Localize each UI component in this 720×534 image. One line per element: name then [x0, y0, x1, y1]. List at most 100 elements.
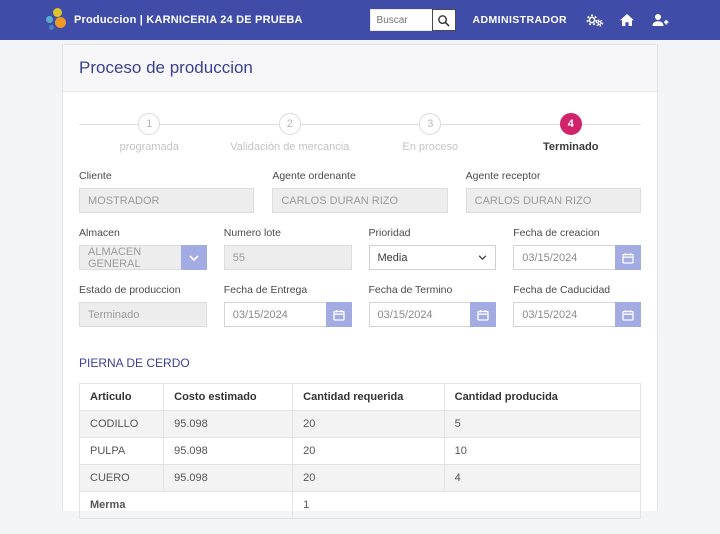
cell-articulo: CUERO [80, 465, 164, 492]
col-cantidad-requerida: Cantidad requerida [293, 384, 444, 411]
cell-costo: 95.098 [164, 411, 293, 438]
step-en-proceso: 3 En proceso [360, 113, 501, 153]
user-plus-icon[interactable] [650, 11, 670, 29]
logo-dot [49, 25, 54, 30]
navbar-right: ADMINISTRADOR [370, 9, 670, 31]
field-agente-receptor: Agente receptor [466, 170, 641, 213]
step-circle: 1 [138, 113, 160, 135]
user-menu[interactable]: ADMINISTRADOR [473, 14, 567, 26]
field-label: Estado de produccion [79, 284, 207, 296]
agente-ordenante-input [272, 188, 447, 213]
estado-produccion-input [79, 302, 207, 327]
fecha-caducidad-calendar-button[interactable] [615, 302, 641, 327]
items-table: Articulo Costo estimado Cantidad requeri… [79, 383, 641, 519]
production-process-card: Proceso de produccion 1 programada 2 Val… [62, 44, 658, 511]
fecha-termino-group [369, 302, 497, 327]
field-label: Cliente [79, 170, 254, 182]
card-body: 1 programada 2 Validación de mercancia 3… [63, 92, 657, 534]
brand-title: Produccion | KARNICERIA 24 DE PRUEBA [74, 14, 303, 26]
merma-value: 1 [293, 492, 641, 519]
app-logo-icon [44, 7, 68, 33]
select-caret-icon [478, 255, 487, 260]
field-fecha-caducidad: Fecha de Caducidad [513, 284, 641, 327]
cell-requerida: 20 [293, 438, 444, 465]
field-label: Agente ordenante [272, 170, 447, 182]
table-row: CUERO 95.098 20 4 [80, 465, 641, 492]
cell-articulo: CODILLO [80, 411, 164, 438]
fecha-termino-calendar-button[interactable] [470, 302, 496, 327]
chevron-down-icon [189, 255, 199, 261]
page-title: Proceso de produccion [79, 58, 253, 77]
form-row-1: Cliente Agente ordenante Agente receptor [79, 170, 641, 213]
step-programada: 1 programada [79, 113, 220, 153]
step-label: Terminado [543, 141, 598, 153]
home-icon[interactable] [617, 11, 637, 29]
step-terminado: 4 Terminado [501, 113, 642, 153]
field-almacen: Almacen ALMACEN GENERAL [79, 227, 207, 270]
logo-dot [53, 8, 62, 17]
search-icon [437, 14, 450, 27]
fecha-creacion-group [513, 245, 641, 270]
field-fecha-entrega: Fecha de Entrega [224, 284, 352, 327]
field-label: Agente receptor [466, 170, 641, 182]
logo-dot [55, 17, 66, 28]
calendar-icon [622, 252, 634, 264]
field-prioridad: Prioridad Media [369, 227, 497, 270]
fecha-caducidad-input[interactable] [513, 302, 615, 327]
almacen-dropdown-button[interactable] [181, 245, 207, 270]
agente-receptor-input [466, 188, 641, 213]
top-navbar: Produccion | KARNICERIA 24 DE PRUEBA ADM… [0, 0, 720, 40]
step-validacion: 2 Validación de mercancia [220, 113, 361, 153]
process-stepper: 1 programada 2 Validación de mercancia 3… [79, 113, 641, 153]
prioridad-value: Media [378, 252, 408, 264]
card-header: Proceso de produccion [63, 45, 657, 92]
field-label: Fecha de creacion [513, 227, 641, 239]
logo-dot [46, 16, 53, 23]
step-circle-active: 4 [560, 113, 582, 135]
field-label: Prioridad [369, 227, 497, 239]
fecha-creacion-calendar-button[interactable] [615, 245, 641, 270]
form-row-2: Almacen ALMACEN GENERAL Numero lote Prio… [79, 227, 641, 270]
fecha-termino-input[interactable] [369, 302, 471, 327]
almacen-value: ALMACEN GENERAL [79, 245, 181, 270]
cogs-icon[interactable] [584, 11, 604, 29]
col-costo-estimado: Costo estimado [164, 384, 293, 411]
table-row: CODILLO 95.098 20 5 [80, 411, 641, 438]
fecha-caducidad-group [513, 302, 641, 327]
step-label: En proceso [402, 141, 458, 153]
field-label: Fecha de Entrega [224, 284, 352, 296]
step-label: programada [120, 141, 179, 153]
field-label: Numero lote [224, 227, 352, 239]
calendar-icon [622, 309, 634, 321]
fecha-entrega-group [224, 302, 352, 327]
calendar-icon [477, 309, 489, 321]
merma-label: Merma [80, 492, 293, 519]
cell-producida: 4 [444, 465, 640, 492]
search-button[interactable] [432, 9, 456, 31]
field-label: Fecha de Termino [369, 284, 497, 296]
fecha-entrega-calendar-button[interactable] [326, 302, 352, 327]
calendar-icon [333, 309, 345, 321]
cell-requerida: 20 [293, 465, 444, 492]
merma-row: Merma 1 [80, 492, 641, 519]
numero-lote-input [224, 245, 352, 270]
field-fecha-termino: Fecha de Termino [369, 284, 497, 327]
cell-costo: 95.098 [164, 438, 293, 465]
cell-producida: 5 [444, 411, 640, 438]
product-name: PIERNA DE CERDO [79, 356, 641, 370]
col-cantidad-producida: Cantidad producida [444, 384, 640, 411]
field-label: Fecha de Caducidad [513, 284, 641, 296]
almacen-select[interactable]: ALMACEN GENERAL [79, 245, 207, 270]
fecha-creacion-input[interactable] [513, 245, 615, 270]
search-input[interactable] [370, 9, 432, 31]
cell-producida: 10 [444, 438, 640, 465]
cell-costo: 95.098 [164, 465, 293, 492]
field-numero-lote: Numero lote [224, 227, 352, 270]
cell-articulo: PULPA [80, 438, 164, 465]
step-label: Validación de mercancia [230, 141, 349, 153]
fecha-entrega-input[interactable] [224, 302, 326, 327]
step-circle: 3 [419, 113, 441, 135]
prioridad-select[interactable]: Media [369, 245, 497, 270]
table-header-row: Articulo Costo estimado Cantidad requeri… [80, 384, 641, 411]
field-estado-produccion: Estado de produccion [79, 284, 207, 327]
